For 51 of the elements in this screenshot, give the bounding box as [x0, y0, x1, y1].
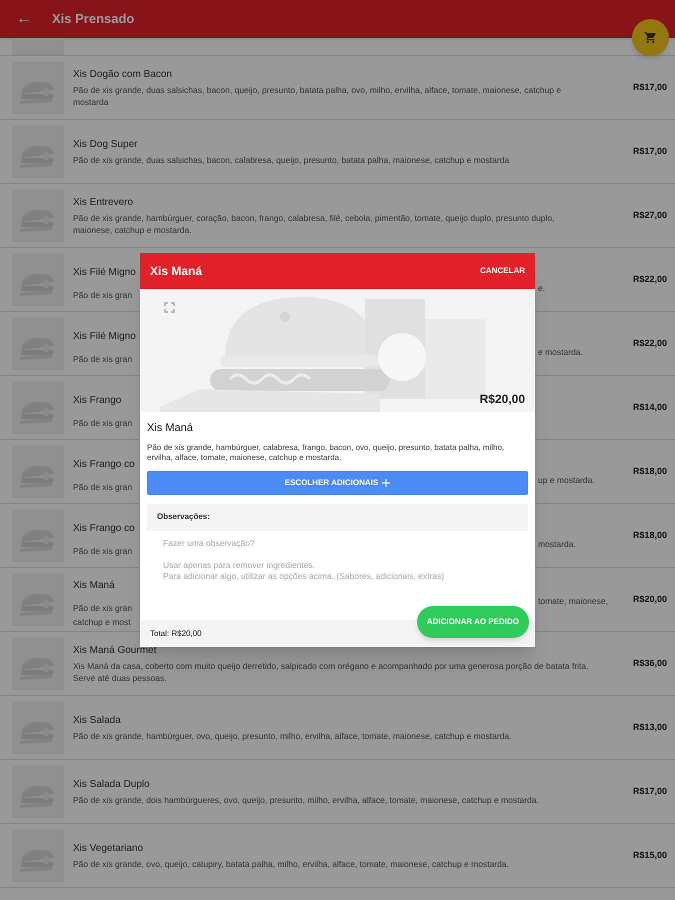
product-name: Xis Frango — [73, 394, 122, 408]
product-description: Pão de xis gran — [73, 546, 132, 556]
product-name: Xis Entrevero — [73, 196, 134, 210]
product-description: up e mostarda. — [538, 474, 595, 486]
product-description: Xis Maná da casa, coberto com muito queijo derretido, salpicado com orégano e acompanhado por uma generosa porção de batata frita. Serve até duas pessoas. — [73, 660, 590, 684]
product-name: Xis Salada — [73, 714, 121, 728]
product-description: Pão de xis gran — [73, 482, 132, 492]
page-title: Xis Prensado — [52, 10, 134, 28]
product-name: Xis Frango co — [73, 522, 135, 536]
product-price: R$22,00 — [632, 272, 667, 286]
product-name: Xis Salada Duplo — [73, 778, 150, 792]
product-description: Pão de xis gran — [73, 354, 132, 364]
dialog-price: R$20,00 — [480, 391, 525, 408]
product-price: R$22,00 — [632, 336, 667, 350]
product-description: Pão de xis grande, ovo, queijo, catupiry, batata palha, milho, ervilha, alface, tomate, maionese, catchup e mostarda. — [73, 858, 510, 870]
product-name: Xis Filé Migno — [73, 266, 136, 280]
product-description: Pão de xis gran — [73, 290, 132, 300]
product-name: Xis Maná — [73, 579, 115, 593]
product-price: R$17,00 — [632, 80, 667, 94]
dialog-description: Pão de xis grande, hambúrguer, calabresa, frango, bacon, ovo, queijo, presunto, batata palha, milho, ervilha, alface, tomate, maionese, catchup e mostarda. — [147, 442, 506, 462]
product-description: Pão de xis grande, dois hambúrgueres, ovo, queijo, presunto, milho, ervilha, alface, tomate, maionese, catchup e mostarda. — [73, 794, 540, 806]
product-description: Pão de xis grande, hambúrguer, ovo, queijo, presunto, milho, ervilha, alface, tomate, maionese, catchup e mostarda. — [73, 730, 512, 742]
product-price: R$17,00 — [632, 144, 667, 158]
product-description: Pão de xis gran — [73, 603, 132, 613]
product-description: catchup e most — [73, 617, 131, 627]
product-description: Pão de xis grande, hambúrguer, coração, bacon, frango, calabresa, filé, cebola, pimentão, tomate, queijo duplo, presunto duplo, maionese, catchup e mostarda. — [73, 212, 556, 236]
product-name: Xis Filé Migno — [73, 330, 136, 344]
product-description: e mostarda. — [538, 346, 583, 358]
product-price: R$14,00 — [632, 400, 667, 414]
product-description: mostarda. — [538, 538, 576, 550]
product-price: R$20,00 — [632, 592, 667, 606]
product-description: Pão de xis grande, duas salsichas, bacon, queijo, presunto, batata palha, ovo, milho, ervilha, alface, tomate, maionese, catchup e mostarda — [73, 84, 562, 108]
product-name: Xis Maná Gourmet — [73, 644, 156, 658]
product-price: R$15,00 — [632, 848, 667, 862]
product-name: Xis Vegetariano — [73, 842, 144, 856]
product-price: R$17,00 — [632, 784, 667, 798]
dialog-title: Xis Maná — [150, 263, 202, 280]
product-price: R$36,00 — [632, 656, 667, 670]
product-description: Pão de xis gran — [73, 418, 132, 428]
product-description: e. — [538, 282, 546, 294]
product-price: R$18,00 — [632, 528, 667, 542]
product-description: Pão de xis grande, duas salsichas, bacon, calabresa, queijo, presunto, batata palha, maionese, catchup e mostarda — [73, 154, 510, 166]
product-name: Xis Frango co — [73, 458, 135, 472]
product-price: R$18,00 — [632, 464, 667, 478]
product-name: Xis Dogão com Bacon — [73, 68, 172, 82]
product-price: R$27,00 — [632, 208, 667, 222]
product-name: Xis Dog Super — [73, 138, 138, 152]
product-price: R$13,00 — [632, 720, 667, 734]
notes-label: Observações: — [157, 511, 210, 523]
dialog-product-name: Xis Maná — [147, 421, 194, 436]
product-description: tomate, maionese, — [538, 595, 608, 607]
